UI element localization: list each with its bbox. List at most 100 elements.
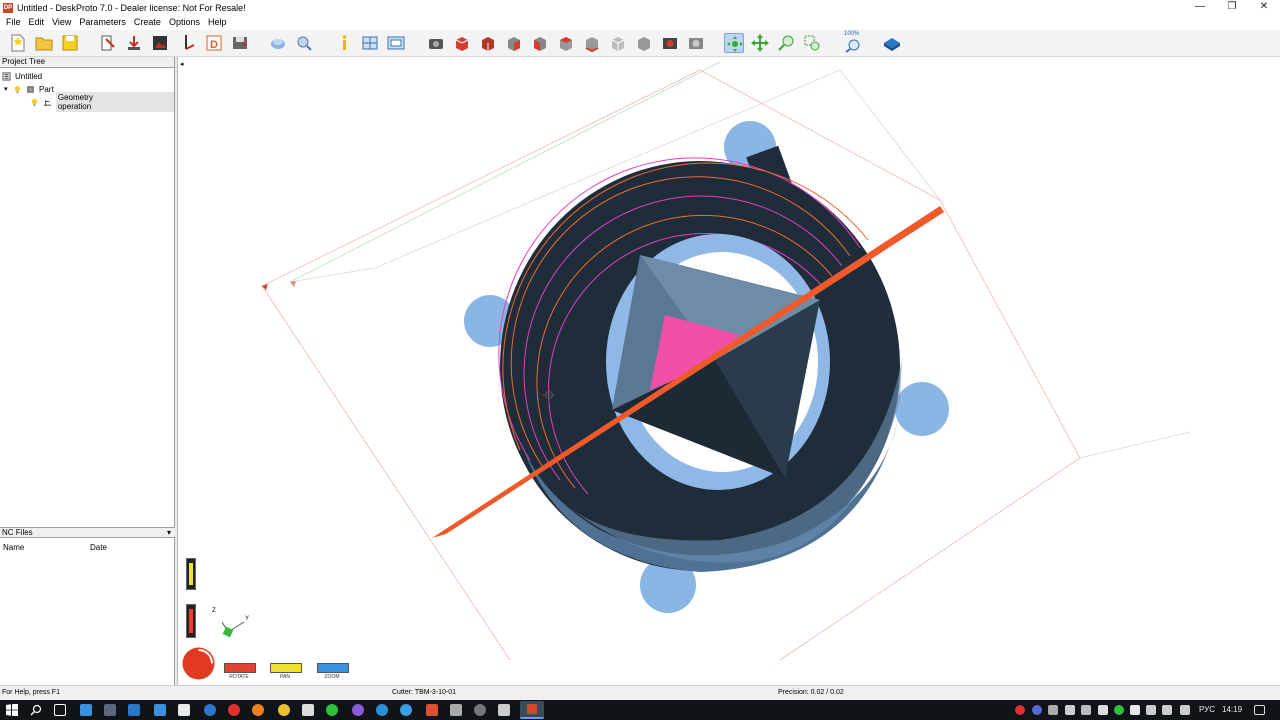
view-right-icon[interactable] <box>504 33 524 53</box>
cutter-icon[interactable] <box>178 33 198 53</box>
taskbar-app-icon[interactable] <box>104 704 116 716</box>
column-name[interactable]: Name <box>3 543 24 552</box>
language-indicator[interactable]: РУС <box>1199 705 1215 714</box>
minimize-button[interactable]: — <box>1184 0 1216 15</box>
taskbar-app-icon[interactable] <box>154 704 166 716</box>
nc-files-columns: Name Date <box>0 543 175 553</box>
menu-bar: File Edit View Parameters Create Options… <box>0 15 1280 29</box>
machine-icon[interactable] <box>882 33 902 53</box>
save-nc-icon[interactable] <box>230 33 250 53</box>
whatsapp-icon[interactable] <box>326 704 338 716</box>
load-part-icon[interactable] <box>98 33 118 53</box>
view-left-icon[interactable] <box>530 33 550 53</box>
pan-label: PAN <box>280 674 290 680</box>
network-icon[interactable] <box>1146 705 1156 715</box>
camera-icon[interactable] <box>426 33 446 53</box>
menu-create[interactable]: Create <box>130 17 165 27</box>
rotate-control[interactable] <box>224 663 256 673</box>
layout-view-icon[interactable] <box>386 33 406 53</box>
taskbar-deskproto-active[interactable] <box>520 701 544 719</box>
tree-root[interactable]: Untitled <box>2 70 42 82</box>
taskbar-app-icon[interactable] <box>426 704 438 716</box>
view-front-icon[interactable] <box>478 33 498 53</box>
view-iso-back-icon[interactable] <box>634 33 654 53</box>
pan-control[interactable] <box>270 663 302 673</box>
tree-geometry-operation[interactable]: Geometry operation <box>30 92 174 112</box>
menu-parameters[interactable]: Parameters <box>75 17 130 27</box>
skype-icon[interactable] <box>376 704 388 716</box>
edge-browser-icon[interactable] <box>204 704 216 716</box>
close-button[interactable]: ✕ <box>1248 0 1280 15</box>
view-top-icon[interactable] <box>452 33 472 53</box>
save-icon[interactable] <box>60 33 80 53</box>
firefox-browser-icon[interactable] <box>252 704 264 716</box>
preview-icon[interactable] <box>294 33 314 53</box>
menu-view[interactable]: View <box>48 17 75 27</box>
telegram-icon[interactable] <box>400 704 412 716</box>
menu-file[interactable]: File <box>2 17 25 27</box>
view-back-icon[interactable] <box>556 33 576 53</box>
collapse-panel-arrow-icon[interactable]: ◂ <box>180 60 184 68</box>
dxf-icon[interactable]: D <box>204 33 224 53</box>
camera-settings-icon[interactable] <box>686 33 706 53</box>
volume-icon[interactable] <box>1162 705 1172 715</box>
open-folder-icon[interactable] <box>34 33 54 53</box>
lightbulb-icon[interactable] <box>30 98 39 107</box>
tray-app-icon[interactable] <box>1048 705 1058 715</box>
task-view-icon[interactable] <box>54 704 66 716</box>
tray-app-icon[interactable] <box>1065 705 1075 715</box>
render-settings-icon[interactable] <box>660 33 680 53</box>
view-iso-icon[interactable] <box>608 33 628 53</box>
column-date[interactable]: Date <box>90 543 107 552</box>
zoom-mode-icon[interactable] <box>776 33 796 53</box>
simulation-icon[interactable] <box>268 33 288 53</box>
tree-part[interactable]: ▾ Part <box>4 83 54 95</box>
model-canvas[interactable] <box>201 57 1280 685</box>
taskbar-app-icon[interactable] <box>128 704 140 716</box>
tray-app-icon[interactable] <box>1081 705 1091 715</box>
clock[interactable]: 14:19 <box>1222 705 1242 714</box>
info-icon[interactable] <box>334 33 354 53</box>
opera-browser-icon[interactable] <box>228 704 240 716</box>
zoom-window-icon[interactable] <box>802 33 822 53</box>
bitmap-icon[interactable] <box>150 33 170 53</box>
nc-files-header[interactable]: NC Files ▾ <box>0 527 175 538</box>
tray-app-icon[interactable] <box>1098 705 1108 715</box>
pen-icon[interactable] <box>1180 705 1190 715</box>
tray-app-icon[interactable] <box>1114 705 1124 715</box>
menu-edit[interactable]: Edit <box>25 17 49 27</box>
collapse-arrow-icon[interactable]: ▾ <box>4 85 13 93</box>
viber-icon[interactable] <box>352 704 364 716</box>
panel-splitter[interactable] <box>175 57 178 685</box>
menu-help[interactable]: Help <box>204 17 231 27</box>
taskbar-app-icon[interactable] <box>474 704 486 716</box>
taskbar-app-icon[interactable] <box>80 704 92 716</box>
tray-app-icon[interactable] <box>1032 705 1042 715</box>
restore-button[interactable]: ❐ <box>1216 0 1248 15</box>
taskbar-app-icon[interactable] <box>450 704 462 716</box>
3d-viewport[interactable] <box>201 57 1280 685</box>
zoom-100-icon[interactable]: 100% <box>842 31 862 53</box>
tray-app-icon[interactable] <box>1130 705 1140 715</box>
grid-view-icon[interactable] <box>360 33 380 53</box>
dropdown-arrow-icon[interactable]: ▾ <box>167 528 171 538</box>
taskbar-app-icon[interactable] <box>178 704 190 716</box>
search-icon[interactable] <box>30 704 42 716</box>
menu-options[interactable]: Options <box>165 17 204 27</box>
new-file-icon[interactable] <box>8 33 28 53</box>
rotate-mode-icon[interactable] <box>724 33 744 53</box>
chrome-browser-icon[interactable] <box>278 704 290 716</box>
zoom-slider-yellow[interactable] <box>186 558 196 590</box>
view-bottom-icon[interactable] <box>582 33 602 53</box>
rotate-dial[interactable] <box>181 646 216 681</box>
notifications-icon[interactable] <box>1254 705 1265 715</box>
taskbar-app-icon[interactable] <box>498 704 510 716</box>
import-icon[interactable] <box>124 33 144 53</box>
lightbulb-icon[interactable] <box>13 85 22 94</box>
zoom-control[interactable] <box>317 663 349 673</box>
start-button-icon[interactable] <box>6 703 18 717</box>
pan-mode-icon[interactable] <box>750 33 770 53</box>
taskbar-app-icon[interactable] <box>302 704 314 716</box>
tray-app-icon[interactable] <box>1015 705 1025 715</box>
zoom-slider-red[interactable] <box>186 604 196 638</box>
